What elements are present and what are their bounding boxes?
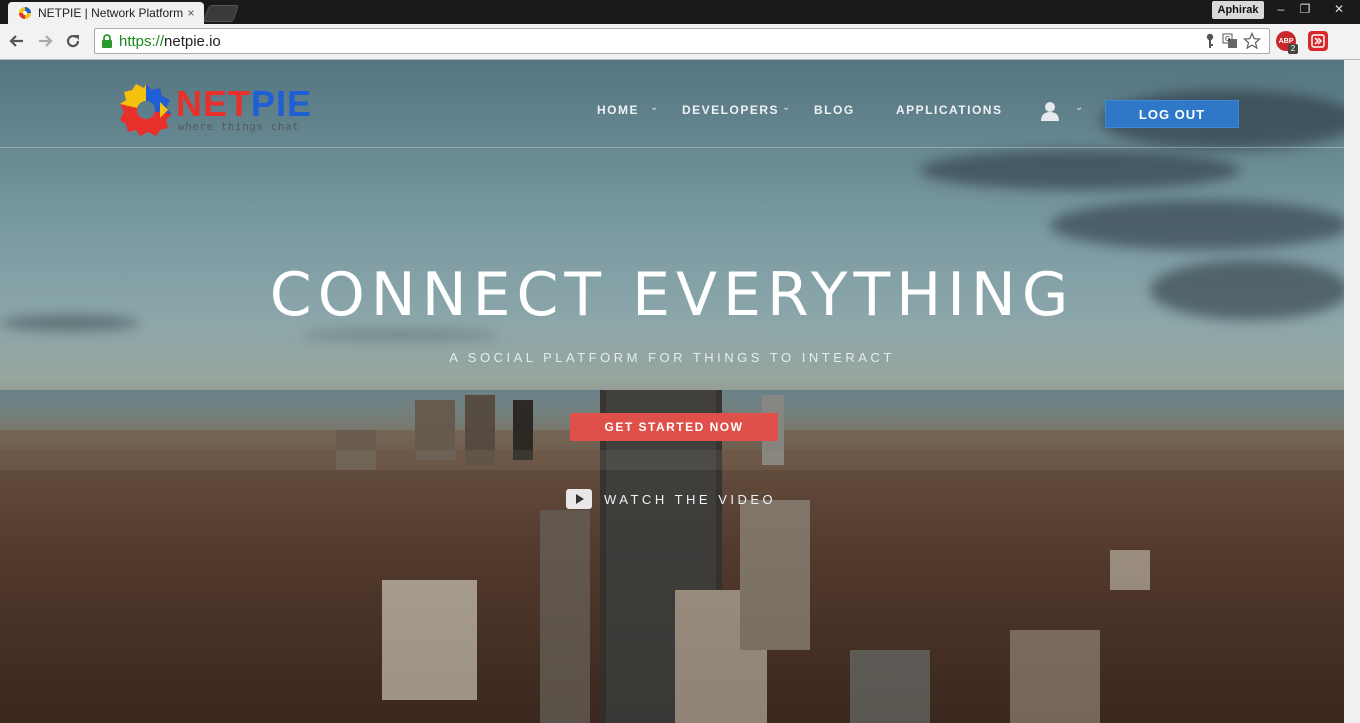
watch-video-link[interactable]: WATCH THE VIDEO <box>566 488 776 510</box>
netpie-logo[interactable]: NETPIE where things chat <box>118 80 338 138</box>
tab-title: NETPIE | Network Platform <box>38 6 184 20</box>
logo-text-red: NET <box>176 83 251 124</box>
browser-tab[interactable]: NETPIE | Network Platform × <box>8 2 204 24</box>
bookmark-star-icon[interactable] <box>1243 32 1261 50</box>
user-icon[interactable] <box>1041 101 1059 121</box>
home-chevron-down-icon[interactable]: ⌄ <box>650 102 658 113</box>
nav-item-blog[interactable]: BLOG <box>814 103 855 117</box>
logo-tagline: where things chat <box>178 120 300 133</box>
netpie-favicon-icon <box>19 7 31 19</box>
hero-title: CONNECT EVERYTHING <box>269 260 1075 330</box>
nav-item-home[interactable]: HOME <box>597 103 639 117</box>
browser-toolbar: https:// netpie.io G ABP 2 <box>0 24 1360 60</box>
vignette-overlay <box>0 60 1344 723</box>
logo-text-blue: PIE <box>251 83 313 124</box>
close-window-icon[interactable]: ✕ <box>1328 0 1350 18</box>
tab-close-icon[interactable]: × <box>184 6 198 20</box>
developers-chevron-down-icon[interactable]: ⌄ <box>782 102 790 113</box>
profile-badge[interactable]: Aphirak <box>1212 1 1264 19</box>
site-navbar: NETPIE where things chat HOME ⌄ DEVELOPE… <box>0 60 1344 148</box>
new-tab-button[interactable] <box>202 5 240 22</box>
logo-wordmark: NETPIE <box>176 86 312 122</box>
nav-item-applications[interactable]: APPLICATIONS <box>896 103 1002 117</box>
restore-icon[interactable]: ❐ <box>1294 0 1316 18</box>
get-started-button[interactable]: GET STARTED NOW <box>570 413 778 441</box>
nav-item-developers[interactable]: DEVELOPERS <box>682 103 779 117</box>
reload-icon[interactable] <box>62 30 84 52</box>
netpie-gear-logo-icon <box>120 84 172 136</box>
back-icon[interactable] <box>6 30 28 52</box>
hero-section: NETPIE where things chat HOME ⌄ DEVELOPE… <box>0 60 1344 723</box>
forward-icon[interactable] <box>34 30 56 52</box>
key-icon[interactable] <box>1201 32 1219 50</box>
logout-button[interactable]: LOG OUT <box>1105 100 1239 128</box>
extension-icon[interactable] <box>1308 31 1328 51</box>
play-icon <box>566 489 592 509</box>
address-bar[interactable]: https:// netpie.io G <box>94 28 1270 54</box>
hero-subtitle: A SOCIAL PLATFORM FOR THINGS TO INTERACT <box>449 350 895 365</box>
lock-icon <box>102 34 112 48</box>
page-scrollbar[interactable] <box>1344 60 1360 723</box>
browser-titlebar: NETPIE | Network Platform × Aphirak – ❐ … <box>0 0 1360 24</box>
adblock-count-badge: 2 <box>1288 44 1298 54</box>
minimize-icon[interactable]: – <box>1270 0 1292 18</box>
svg-text:G: G <box>1225 35 1230 43</box>
url-host: netpie.io <box>164 32 221 50</box>
url-scheme: https:// <box>119 32 165 50</box>
user-chevron-down-icon[interactable]: ⌄ <box>1075 102 1083 113</box>
translate-icon[interactable]: G <box>1221 32 1239 50</box>
watch-video-label: WATCH THE VIDEO <box>604 491 777 507</box>
